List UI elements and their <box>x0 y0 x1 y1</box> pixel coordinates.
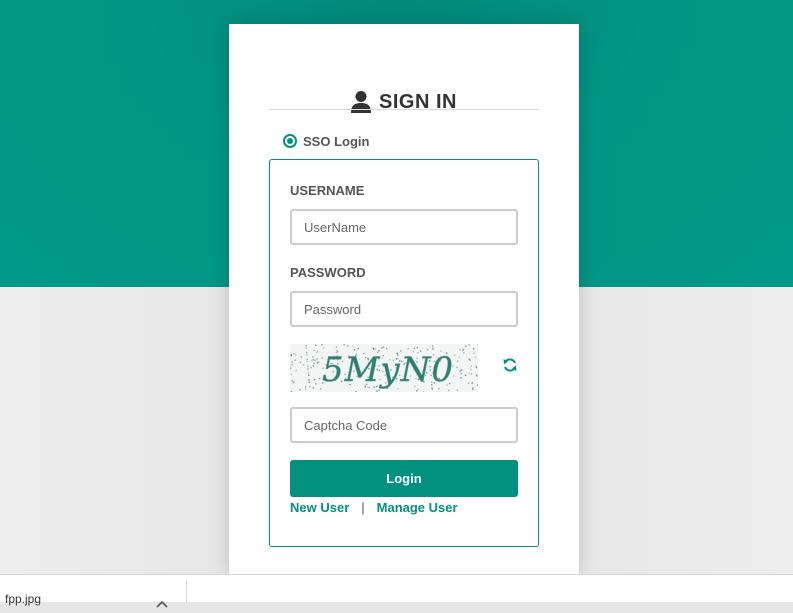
new-user-link[interactable]: New User <box>290 500 349 515</box>
refresh-icon[interactable] <box>502 357 518 373</box>
manage-user-link[interactable]: Manage User <box>377 500 458 515</box>
captcha-text: 5MyN0 <box>322 350 454 390</box>
title-row: SIGN IN <box>229 86 579 118</box>
password-input[interactable] <box>290 291 518 327</box>
download-bar-divider <box>186 581 187 602</box>
user-icon <box>351 90 371 114</box>
login-form: USERNAME PASSWORD 5MyN0 Login New User | <box>269 159 539 547</box>
radio-selected-dot <box>287 138 293 144</box>
sso-radio-button[interactable] <box>283 134 297 148</box>
captcha-image: 5MyN0 <box>290 344 478 392</box>
chevron-up-icon[interactable] <box>156 595 168 603</box>
download-bar: fpp.jpg <box>0 574 793 602</box>
sign-in-card: SIGN IN SSO Login USERNAME PASSWORD 5MyN… <box>229 24 579 575</box>
username-label: USERNAME <box>290 183 364 198</box>
link-separator: | <box>361 500 364 515</box>
captcha-input[interactable] <box>290 407 518 443</box>
page-title: SIGN IN <box>379 91 457 114</box>
sso-login-option[interactable]: SSO Login <box>283 132 369 150</box>
login-button[interactable]: Login <box>290 460 518 497</box>
username-input[interactable] <box>290 209 518 245</box>
download-file-name[interactable]: fpp.jpg <box>5 592 41 606</box>
title-divider <box>269 109 539 110</box>
password-label: PASSWORD <box>290 265 366 280</box>
sso-login-label: SSO Login <box>303 134 369 149</box>
account-links: New User | Manage User <box>290 500 458 515</box>
